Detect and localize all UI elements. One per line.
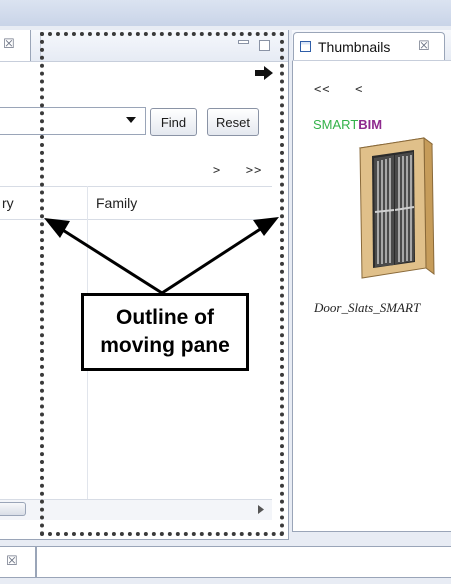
annotation-callout: Outline of moving pane — [81, 293, 249, 371]
arrowhead-right — [253, 217, 279, 236]
arrowhead-left — [44, 218, 70, 238]
callout-line-2: moving pane — [100, 334, 230, 357]
app-window: ☒ Find Reset > >> ry Family Thumbnails ☒… — [0, 0, 451, 584]
annotation-arrows — [44, 217, 279, 295]
arrow-line-right — [161, 224, 266, 295]
callout-line-1: Outline of — [116, 306, 214, 329]
arrow-line-left — [57, 225, 163, 295]
